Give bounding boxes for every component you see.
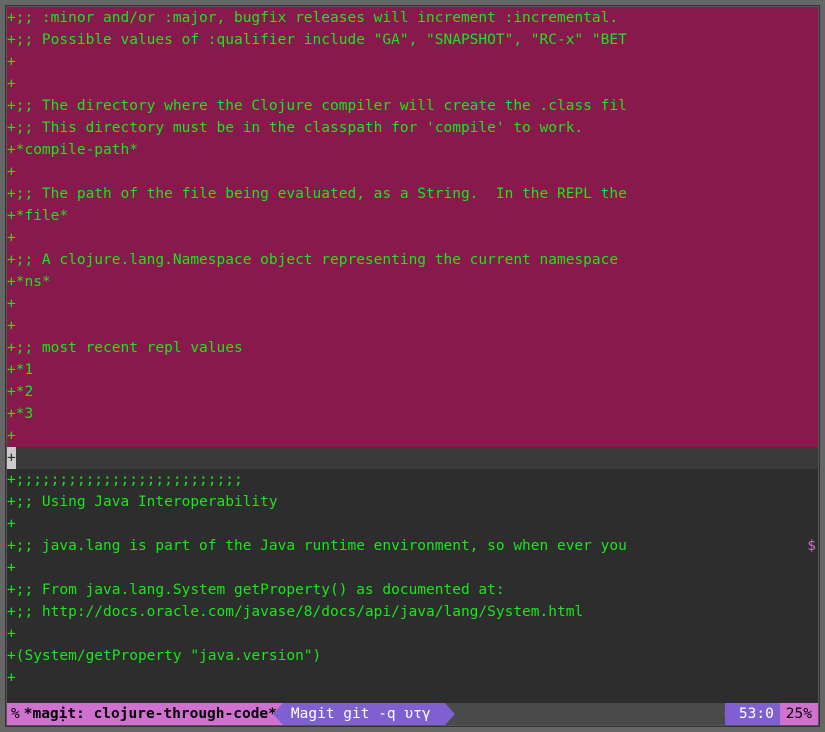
diff-added-line[interactable]: +;;;;;;;;;;;;;;;;;;;;;;;;;; (7, 469, 818, 491)
diff-added-line[interactable]: + (7, 425, 818, 447)
cursor-line[interactable]: + (7, 447, 818, 469)
diff-added-line[interactable]: +;; Possible values of :qualifier includ… (7, 29, 818, 51)
diff-added-line[interactable]: +$ (7, 513, 818, 535)
diff-added-line[interactable]: +;; java.lang is part of the Java runtim… (7, 535, 818, 557)
modeline-buffer-name[interactable]: *magịt: clojure-through-code* (24, 703, 283, 725)
modeline-major-mode: Magit git -q υτγ (283, 703, 445, 725)
diff-added-line[interactable]: +;; This directory must be in the classp… (7, 117, 818, 139)
diff-added-line[interactable]: +*compile-path* (7, 139, 818, 161)
diff-added-line[interactable]: +;; most recent repl values (7, 337, 818, 359)
diff-added-line[interactable]: +*3 (7, 403, 818, 425)
diff-added-line[interactable]: +;; A clojure.lang.Namespace object repr… (7, 249, 818, 271)
diff-added-line[interactable]: +→ (7, 73, 818, 95)
modeline-position: 53:0 (725, 703, 780, 725)
diff-added-line[interactable]: +(System/getProperty "java.version") (7, 645, 818, 667)
diff-added-line[interactable]: + (7, 51, 818, 73)
cursor: + (7, 447, 16, 469)
diff-added-line[interactable]: +*1 (7, 359, 818, 381)
diff-added-line[interactable]: + (7, 667, 818, 689)
diff-added-line[interactable]: +*2 (7, 381, 818, 403)
diff-added-line[interactable]: +;; The directory where the Clojure comp… (7, 95, 818, 117)
modeline-percent: 25% (780, 703, 818, 725)
diff-added-line[interactable]: +;; http://docs.oracle.com/javase/8/docs… (7, 601, 818, 623)
emacs-frame: +;; :minor and/or :major, bugfix release… (6, 6, 819, 726)
diff-added-line[interactable]: + (7, 293, 818, 315)
diff-added-line[interactable]: + (7, 623, 818, 645)
modeline: % *magịt: clojure-through-code* Magit gi… (7, 703, 818, 725)
diff-added-line[interactable]: +;; :minor and/or :major, bugfix release… (7, 7, 818, 29)
diff-added-line[interactable]: +*ns* (7, 271, 818, 293)
diff-added-line[interactable]: + (7, 557, 818, 579)
diff-buffer[interactable]: +;; :minor and/or :major, bugfix release… (7, 7, 818, 689)
modeline-status: % (7, 703, 24, 725)
diff-added-line[interactable]: + (7, 227, 818, 249)
diff-added-line[interactable]: +;; Using Java Interoperability (7, 491, 818, 513)
diff-added-line[interactable]: + (7, 315, 818, 337)
diff-added-line[interactable]: +;; From java.lang.System getProperty() … (7, 579, 818, 601)
diff-added-line[interactable]: +;; The path of the file being evaluated… (7, 183, 818, 205)
diff-added-line[interactable]: +→ (7, 161, 818, 183)
diff-added-line[interactable]: +*file* (7, 205, 818, 227)
